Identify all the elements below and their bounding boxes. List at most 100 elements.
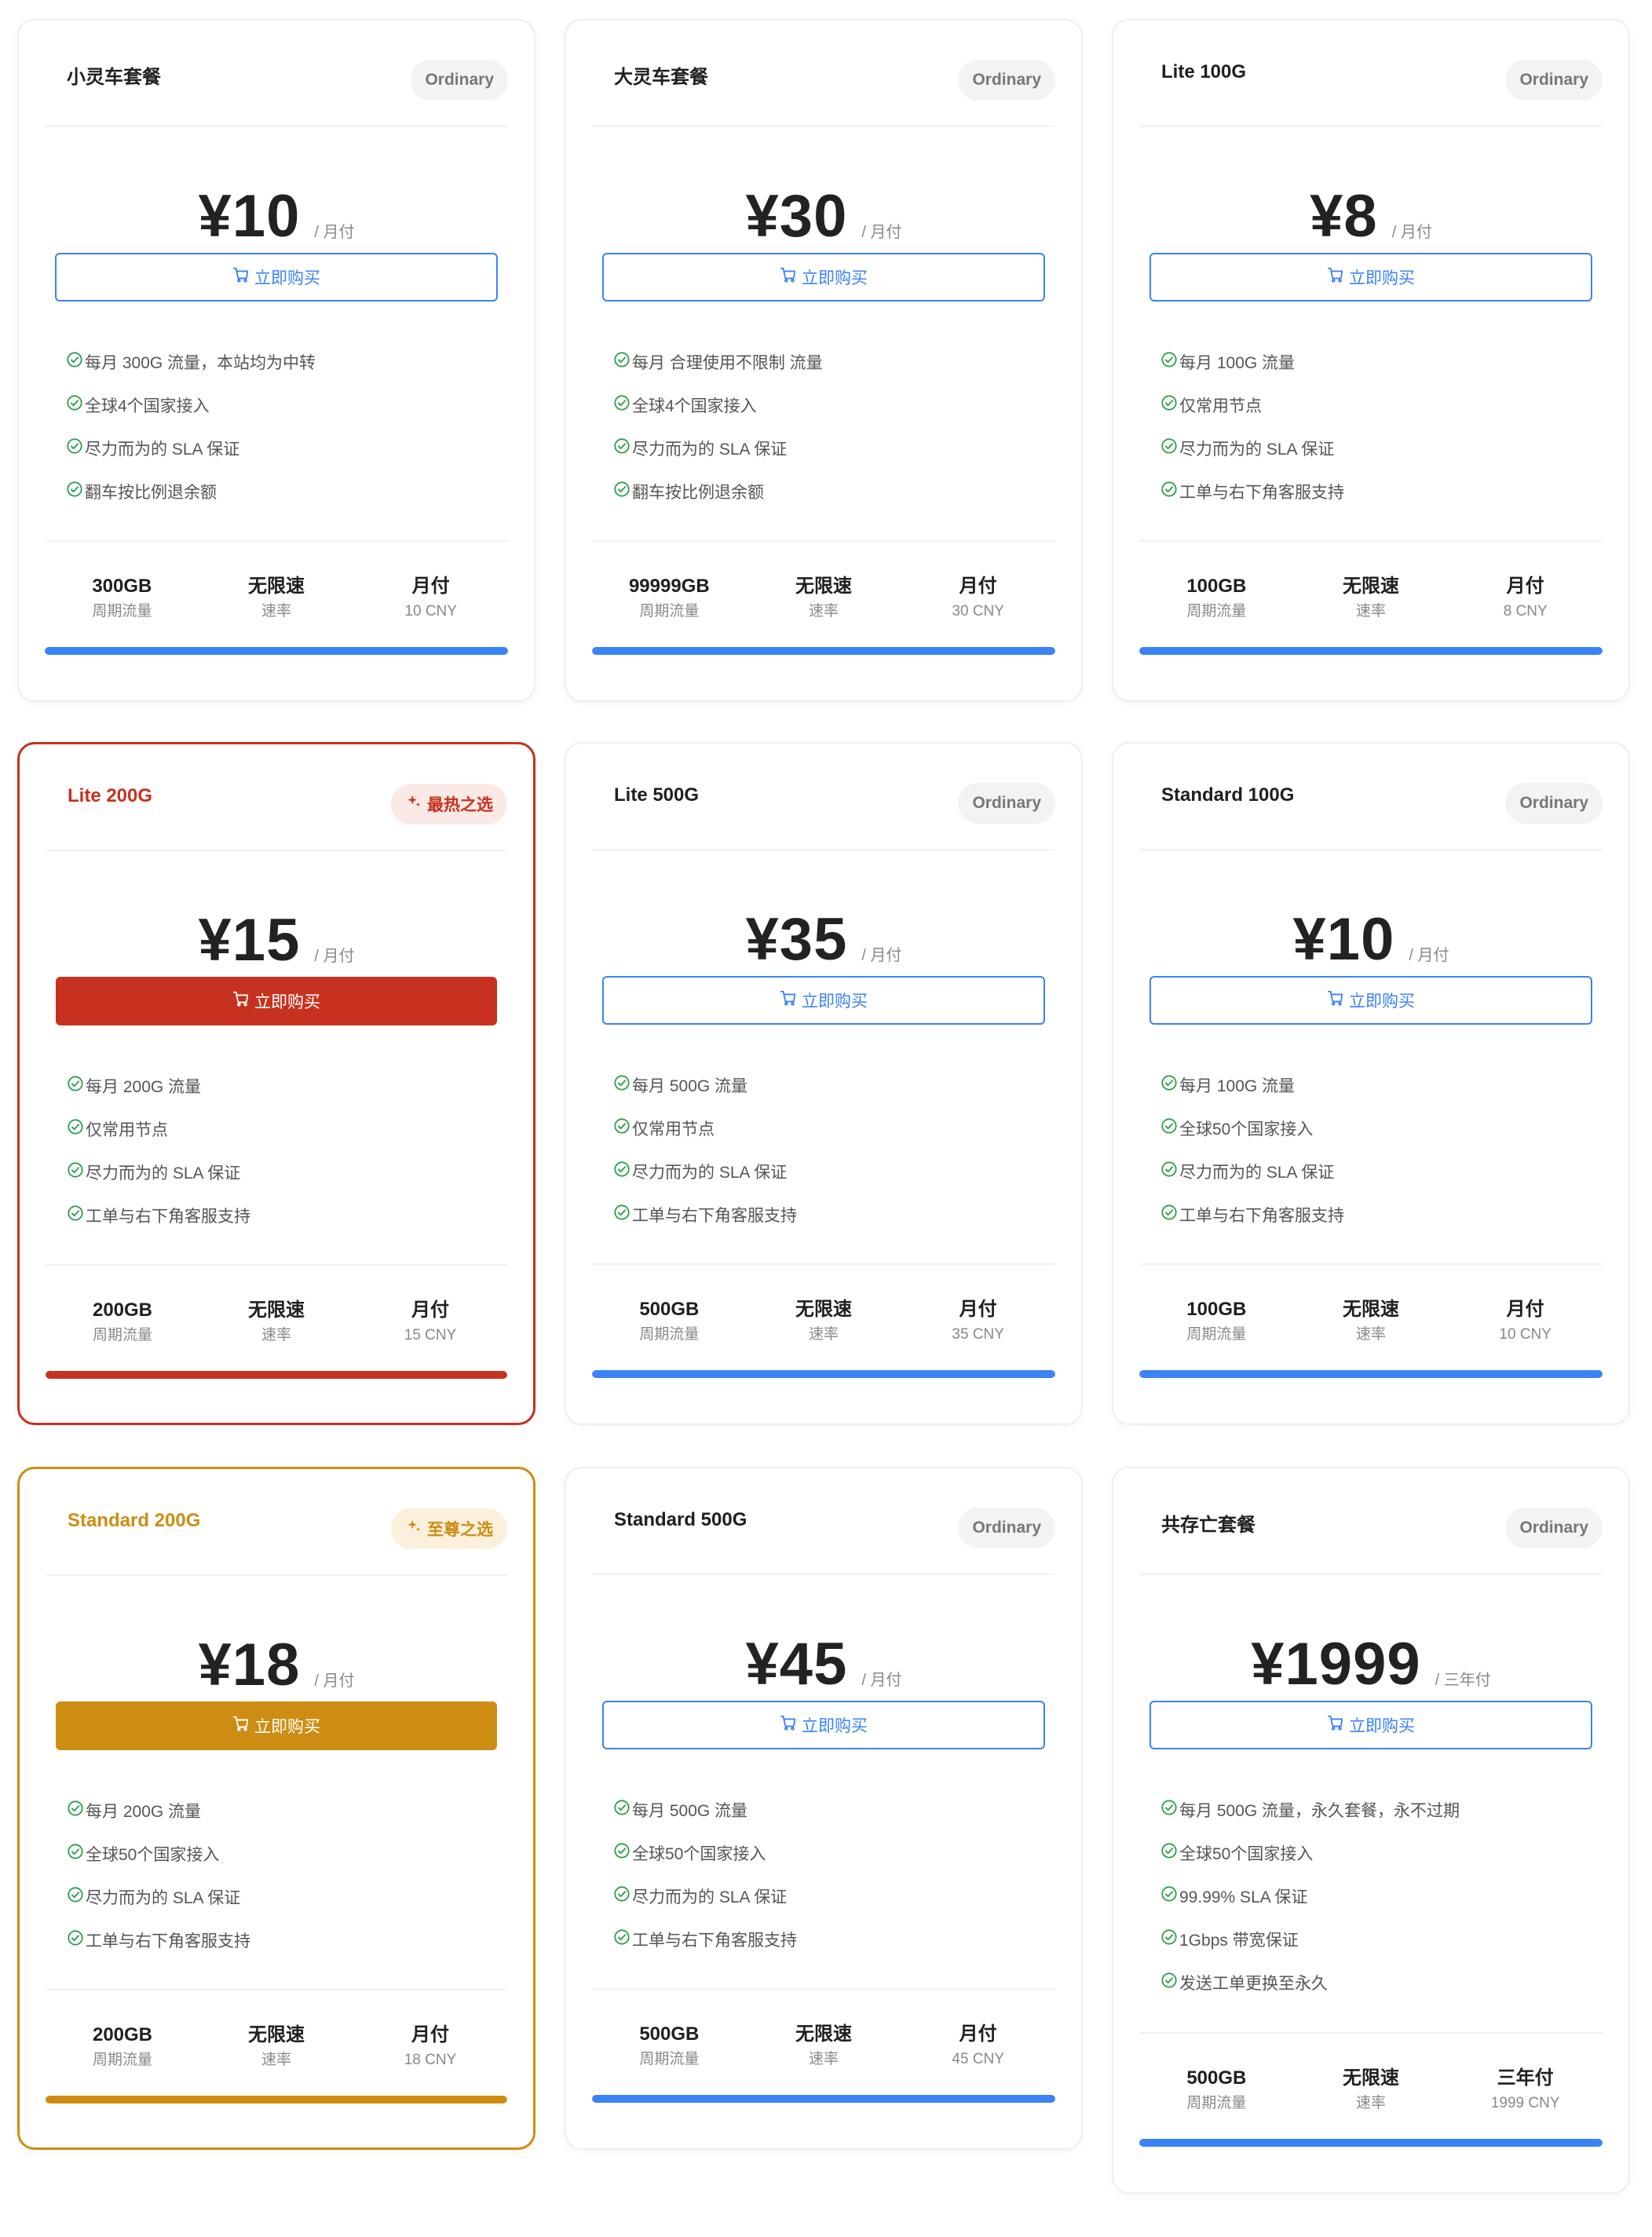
stat-value: 无限速 bbox=[795, 2023, 852, 2045]
plan-stats: 200GB 周期流量 无限速 速率 月付 15 CNY bbox=[46, 1297, 507, 1352]
buy-now-label: 立即购买 bbox=[802, 992, 868, 1011]
buy-now-button[interactable]: 立即购买 bbox=[55, 253, 498, 302]
badge-label: Ordinary bbox=[1519, 794, 1588, 812]
stat-value: 200GB bbox=[92, 1299, 153, 1321]
check-circle-icon bbox=[1160, 1203, 1179, 1226]
plan-header: Standard 100G Ordinary bbox=[1139, 744, 1603, 850]
stat-value: 月付 bbox=[959, 1299, 997, 1320]
stat-value: 无限速 bbox=[795, 576, 852, 597]
stat-value: 无限速 bbox=[248, 576, 305, 597]
buy-now-button[interactable]: 立即购买 bbox=[1149, 976, 1592, 1025]
progress-fill bbox=[1139, 1370, 1603, 1378]
price-row: ¥35 / 月付 bbox=[566, 897, 1081, 970]
plan-price: ¥45 bbox=[745, 1631, 848, 1698]
buy-now-button[interactable]: 立即购买 bbox=[602, 1701, 1045, 1749]
feature-item: 每月 合理使用不限制 流量 bbox=[613, 350, 823, 393]
plan-card: Standard 100G Ordinary ¥10 / 月付 立即购买 每月 … bbox=[1112, 742, 1630, 1425]
stat-speed: 无限速 速率 bbox=[1294, 573, 1449, 628]
buy-now-label: 立即购买 bbox=[802, 1717, 868, 1735]
stat-label: 45 CNY bbox=[952, 2051, 1004, 2067]
badge-label: Ordinary bbox=[425, 71, 494, 89]
stat-value: 月付 bbox=[411, 1299, 449, 1321]
check-circle-icon bbox=[613, 1073, 632, 1096]
feature-text: 尽力而为的 SLA 保证 bbox=[632, 1164, 788, 1182]
feature-text: 99.99% SLA 保证 bbox=[1179, 1888, 1308, 1906]
feature-item: 每月 200G 流量 bbox=[67, 1799, 250, 1842]
feature-text: 尽力而为的 SLA 保证 bbox=[1179, 1164, 1335, 1182]
plan-stats: 300GB 周期流量 无限速 速率 月付 10 CNY bbox=[45, 573, 508, 628]
plan-header: 共存亡套餐 Ordinary bbox=[1139, 1468, 1603, 1575]
feature-item: 每月 100G 流量 bbox=[1160, 1073, 1344, 1117]
plan-price: ¥18 bbox=[198, 1632, 301, 1698]
progress-fill bbox=[592, 647, 1055, 655]
buy-now-button[interactable]: 立即购买 bbox=[56, 977, 497, 1025]
badge-label: Ordinary bbox=[972, 1519, 1041, 1537]
stat-billing: 月付 10 CNY bbox=[353, 573, 508, 628]
feature-text: 1Gbps 带宽保证 bbox=[1179, 1932, 1299, 1950]
buy-now-button[interactable]: 立即购买 bbox=[602, 253, 1045, 302]
plan-badge: 至尊之选 bbox=[391, 1508, 507, 1549]
stat-label: 周期流量 bbox=[92, 2052, 152, 2068]
buy-now-button[interactable]: 立即购买 bbox=[602, 976, 1045, 1025]
feature-text: 每月 500G 流量 bbox=[632, 1802, 748, 1820]
feature-text: 每月 200G 流量 bbox=[86, 1078, 202, 1096]
price-row: ¥10 / 月付 bbox=[1113, 897, 1628, 970]
plan-header: 小灵车套餐 Ordinary bbox=[45, 20, 508, 127]
price-row: ¥10 / 月付 bbox=[19, 174, 534, 247]
stat-label: 速率 bbox=[809, 603, 839, 620]
stat-label: 18 CNY bbox=[404, 2052, 457, 2068]
check-circle-icon bbox=[67, 1842, 86, 1865]
stat-label: 速率 bbox=[261, 1327, 291, 1343]
traffic-progress-bar bbox=[592, 647, 1055, 655]
progress-fill bbox=[1139, 2139, 1603, 2147]
buy-now-button[interactable]: 立即购买 bbox=[1149, 1701, 1592, 1749]
plan-card: 小灵车套餐 Ordinary ¥10 / 月付 立即购买 每月 300G 流量，… bbox=[17, 19, 535, 702]
buy-now-button[interactable]: 立即购买 bbox=[1149, 253, 1592, 302]
feature-text: 每月 200G 流量 bbox=[86, 1803, 202, 1821]
stat-traffic: 100GB 周期流量 bbox=[1139, 573, 1294, 628]
billing-period: / 月付 bbox=[861, 224, 902, 241]
stat-traffic: 300GB 周期流量 bbox=[45, 573, 199, 628]
progress-fill bbox=[1139, 647, 1603, 655]
stat-label: 1999 CNY bbox=[1490, 2095, 1560, 2111]
stat-label: 周期流量 bbox=[92, 1327, 152, 1343]
feature-item: 尽力而为的 SLA 保证 bbox=[1160, 1160, 1344, 1203]
stat-speed: 无限速 速率 bbox=[199, 2022, 353, 2077]
billing-period: / 月付 bbox=[861, 947, 902, 964]
feature-text: 尽力而为的 SLA 保证 bbox=[1179, 440, 1335, 459]
stat-label: 35 CNY bbox=[952, 1326, 1004, 1343]
check-circle-icon bbox=[613, 1203, 632, 1226]
buy-now-button[interactable]: 立即购买 bbox=[56, 1702, 497, 1750]
feature-text: 每月 500G 流量，永久套餐，永不过期 bbox=[1179, 1802, 1460, 1820]
stat-label: 速率 bbox=[809, 2051, 839, 2067]
check-circle-icon bbox=[1160, 1928, 1179, 1950]
plan-header: Lite 500G Ordinary bbox=[592, 744, 1055, 850]
check-circle-icon bbox=[1160, 1971, 1179, 1994]
plan-stats: 99999GB 周期流量 无限速 速率 月付 30 CNY bbox=[592, 573, 1055, 628]
feature-text: 每月 100G 流量 bbox=[1179, 354, 1296, 372]
stat-label: 周期流量 bbox=[1186, 2095, 1247, 2111]
stat-value: 500GB bbox=[639, 2023, 700, 2045]
stat-speed: 无限速 速率 bbox=[747, 2021, 901, 2076]
check-circle-icon bbox=[613, 1117, 632, 1139]
plan-card: Lite 100G Ordinary ¥8 / 月付 立即购买 每月 100G … bbox=[1112, 19, 1630, 702]
progress-fill bbox=[592, 2095, 1055, 2103]
feature-item: 全球4个国家接入 bbox=[66, 393, 316, 437]
plan-header: Lite 200G 最热之选 bbox=[46, 744, 507, 851]
feature-text: 尽力而为的 SLA 保证 bbox=[632, 1888, 788, 1906]
feature-text: 全球4个国家接入 bbox=[85, 397, 210, 415]
stat-traffic: 100GB 周期流量 bbox=[1139, 1296, 1294, 1351]
stat-label: 周期流量 bbox=[639, 2051, 700, 2067]
stat-value: 无限速 bbox=[795, 1299, 852, 1320]
check-circle-icon bbox=[1160, 1160, 1179, 1182]
divider bbox=[1139, 540, 1603, 542]
sparkle-icon bbox=[405, 1518, 422, 1540]
plan-card: 大灵车套餐 Ordinary ¥30 / 月付 立即购买 每月 合理使用不限制 … bbox=[565, 19, 1083, 702]
price-row: ¥18 / 月付 bbox=[20, 1623, 533, 1695]
buy-now-label: 立即购买 bbox=[1349, 992, 1415, 1011]
feature-item: 翻车按比例退余额 bbox=[66, 480, 316, 523]
feature-item: 尽力而为的 SLA 保证 bbox=[67, 1161, 250, 1204]
check-circle-icon bbox=[613, 1160, 632, 1182]
price-row: ¥45 / 月付 bbox=[566, 1622, 1081, 1694]
feature-item: 1Gbps 带宽保证 bbox=[1160, 1928, 1460, 1971]
